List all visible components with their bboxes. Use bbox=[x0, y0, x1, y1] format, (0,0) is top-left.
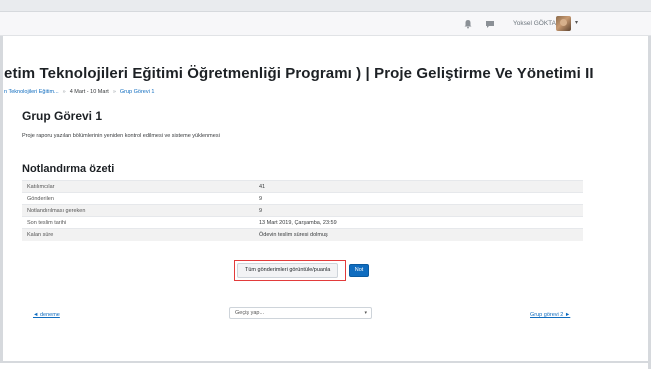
row-label: Son teslim tarihi bbox=[22, 216, 254, 229]
top-navbar: Yoksel GÖKTAŞ ▾ bbox=[0, 12, 651, 36]
row-value: 13 Mart 2019, Çarşamba, 23:59 bbox=[254, 216, 583, 229]
row-value: 9 bbox=[254, 192, 583, 205]
row-label: Gönderilen bbox=[22, 192, 254, 205]
table-row: Gönderilen 9 bbox=[22, 192, 583, 205]
previous-activity-link[interactable]: ◄ deneme bbox=[33, 312, 60, 318]
grading-summary-table: Katılımcılar 41 Gönderilen 9 Notlandırıl… bbox=[22, 180, 583, 241]
breadcrumb-separator: » bbox=[112, 89, 116, 95]
breadcrumb-week[interactable]: 4 Mart - 10 Mart bbox=[70, 89, 109, 95]
table-row: Katılımcılar 41 bbox=[22, 180, 583, 193]
chat-icon[interactable] bbox=[485, 19, 495, 29]
row-value: Ödevin teslim süresi dolmuş bbox=[254, 228, 583, 241]
row-label: Katılımcılar bbox=[22, 180, 254, 193]
highlight-annotation bbox=[234, 260, 346, 281]
table-row: Kalan süre Ödevin teslim süresi dolmuş bbox=[22, 228, 583, 241]
bottom-border bbox=[0, 361, 651, 363]
row-label: Notlandırılması gereken bbox=[22, 204, 254, 217]
table-row: Notlandırılması gereken 9 bbox=[22, 204, 583, 217]
grading-summary-heading: Notlandırma özeti bbox=[22, 163, 115, 175]
user-name[interactable]: Yoksel GÖKTAŞ bbox=[513, 20, 560, 27]
next-activity-link[interactable]: Grup görevi 2 ► bbox=[530, 312, 570, 318]
chevron-down-icon[interactable]: ▾ bbox=[575, 19, 578, 26]
row-value: 41 bbox=[254, 180, 583, 193]
table-row: Son teslim tarihi 13 Mart 2019, Çarşamba… bbox=[22, 216, 583, 229]
browser-frame-top bbox=[0, 0, 651, 12]
avatar[interactable] bbox=[556, 16, 571, 31]
breadcrumb-assignment[interactable]: Grup Görevi 1 bbox=[120, 89, 155, 95]
row-value: 9 bbox=[254, 204, 583, 217]
breadcrumb: n Teknolojileri Eğitim...» 4 Mart - 10 Ma… bbox=[4, 89, 154, 95]
left-border bbox=[0, 36, 3, 361]
breadcrumb-separator: » bbox=[62, 89, 66, 95]
jump-to-placeholder: Geçiş yap... bbox=[235, 310, 265, 316]
bell-icon[interactable] bbox=[463, 19, 473, 29]
course-title: etim Teknolojileri Eğitimi Öğretmenliği … bbox=[4, 65, 594, 82]
chevron-down-icon: ▾ bbox=[364, 310, 367, 316]
breadcrumb-course[interactable]: n Teknolojileri Eğitim... bbox=[4, 89, 59, 95]
assignment-description: Proje raporu yazılan bölümlerinin yenide… bbox=[22, 133, 220, 139]
jump-to-select[interactable]: Geçiş yap... ▾ bbox=[229, 307, 372, 319]
page-title: Grup Görevi 1 bbox=[22, 109, 103, 123]
grade-button[interactable]: Not bbox=[349, 264, 369, 277]
row-label: Kalan süre bbox=[22, 228, 254, 241]
